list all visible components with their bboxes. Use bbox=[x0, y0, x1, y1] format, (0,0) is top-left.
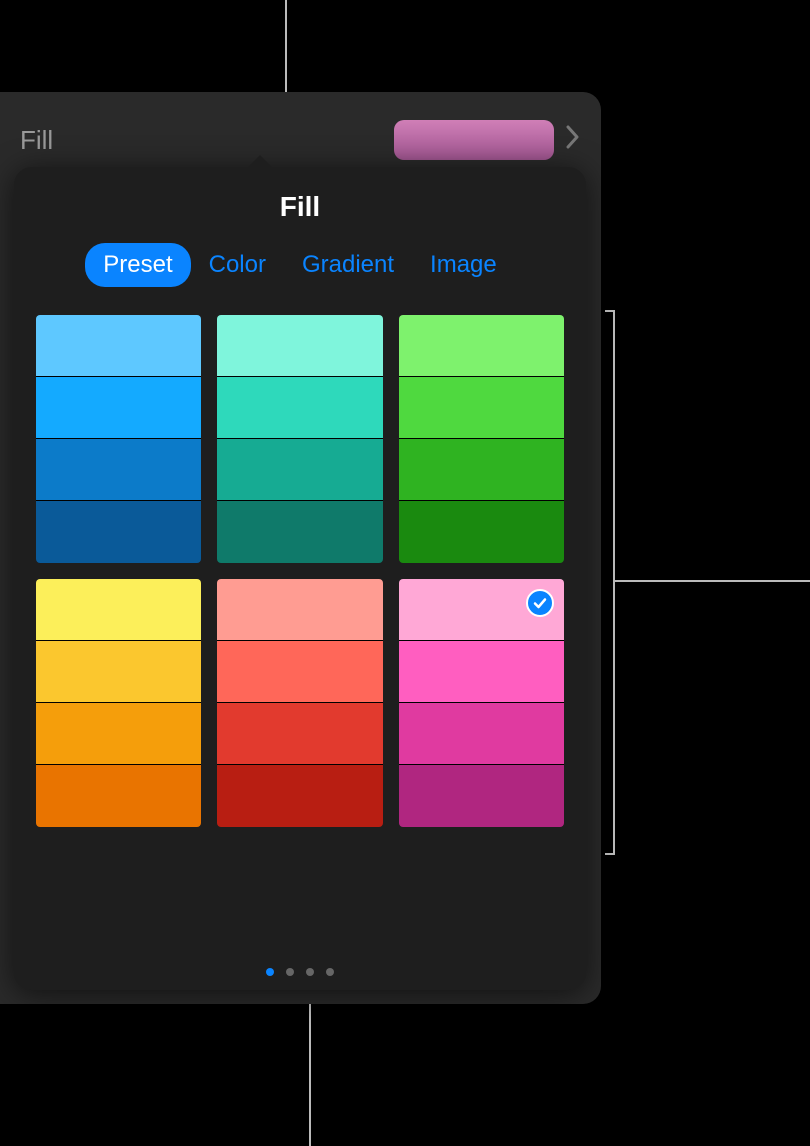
swatch-yellow-0[interactable] bbox=[36, 579, 201, 641]
swatch-green-3[interactable] bbox=[399, 501, 564, 563]
swatch-blue-3[interactable] bbox=[36, 501, 201, 563]
tab-image[interactable]: Image bbox=[412, 243, 515, 287]
swatch-group-pink bbox=[399, 579, 564, 827]
tab-color[interactable]: Color bbox=[191, 243, 284, 287]
fill-row-right bbox=[394, 120, 580, 160]
callout-bracket-right bbox=[605, 310, 615, 855]
swatch-group-green bbox=[399, 315, 564, 563]
fill-row-label: Fill bbox=[20, 125, 53, 156]
swatch-pink-1[interactable] bbox=[399, 641, 564, 703]
callout-line-bottom bbox=[309, 988, 311, 1146]
swatch-blue-0[interactable] bbox=[36, 315, 201, 377]
swatch-group-red bbox=[217, 579, 382, 827]
swatch-group-yellow bbox=[36, 579, 201, 827]
swatch-green-0[interactable] bbox=[399, 315, 564, 377]
swatch-blue-1[interactable] bbox=[36, 377, 201, 439]
swatch-teal-3[interactable] bbox=[217, 501, 382, 563]
preset-swatch-grid bbox=[14, 315, 586, 827]
inspector-panel: Fill Fill Preset Color Gradient Image bbox=[0, 92, 601, 1004]
page-dot-2[interactable] bbox=[306, 968, 314, 976]
swatch-pink-3[interactable] bbox=[399, 765, 564, 827]
swatch-red-2[interactable] bbox=[217, 703, 382, 765]
page-dot-0[interactable] bbox=[266, 968, 274, 976]
tab-preset[interactable]: Preset bbox=[85, 243, 190, 287]
swatch-pink-0[interactable] bbox=[399, 579, 564, 641]
fill-type-tabs: Preset Color Gradient Image bbox=[14, 243, 586, 315]
swatch-red-1[interactable] bbox=[217, 641, 382, 703]
swatch-red-0[interactable] bbox=[217, 579, 382, 641]
swatch-yellow-1[interactable] bbox=[36, 641, 201, 703]
swatch-green-2[interactable] bbox=[399, 439, 564, 501]
swatch-yellow-2[interactable] bbox=[36, 703, 201, 765]
page-indicator[interactable] bbox=[266, 968, 334, 976]
swatch-group-blue bbox=[36, 315, 201, 563]
swatch-teal-0[interactable] bbox=[217, 315, 382, 377]
swatch-teal-1[interactable] bbox=[217, 377, 382, 439]
callout-line-right bbox=[615, 580, 810, 582]
swatch-group-teal bbox=[217, 315, 382, 563]
page-dot-3[interactable] bbox=[326, 968, 334, 976]
swatch-yellow-3[interactable] bbox=[36, 765, 201, 827]
checkmark-icon bbox=[526, 589, 554, 617]
popover-arrow bbox=[246, 155, 274, 169]
swatch-teal-2[interactable] bbox=[217, 439, 382, 501]
swatch-red-3[interactable] bbox=[217, 765, 382, 827]
chevron-right-icon[interactable] bbox=[566, 124, 580, 156]
fill-row[interactable]: Fill bbox=[20, 116, 580, 164]
swatch-green-1[interactable] bbox=[399, 377, 564, 439]
page-dot-1[interactable] bbox=[286, 968, 294, 976]
fill-popover: Fill Preset Color Gradient Image bbox=[14, 167, 586, 990]
swatch-pink-2[interactable] bbox=[399, 703, 564, 765]
tab-gradient[interactable]: Gradient bbox=[284, 243, 412, 287]
popover-title: Fill bbox=[14, 167, 586, 243]
current-fill-swatch[interactable] bbox=[394, 120, 554, 160]
swatch-blue-2[interactable] bbox=[36, 439, 201, 501]
